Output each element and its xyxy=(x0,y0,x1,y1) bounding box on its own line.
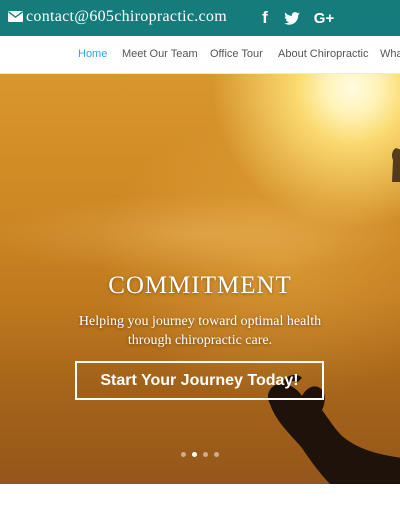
hero-title: COMMITMENT xyxy=(108,272,292,299)
slider-dot[interactable] xyxy=(192,452,197,457)
start-journey-button[interactable]: Start Your Journey Today! xyxy=(75,361,324,400)
slider-dot[interactable] xyxy=(203,452,208,457)
nav-item-about-chiropractic[interactable]: About Chiropractic xyxy=(278,48,369,60)
top-bar: contact@605chiropractic.com f G+ xyxy=(0,0,400,36)
nav-item-meet-our-team[interactable]: Meet Our Team xyxy=(122,48,198,60)
hero-haze xyxy=(0,194,400,274)
slider-dot[interactable] xyxy=(181,452,186,457)
slider-dot[interactable] xyxy=(214,452,219,457)
envelope-icon xyxy=(8,11,23,22)
facebook-icon[interactable]: f xyxy=(257,7,273,29)
nav-item-truncated[interactable]: Wha xyxy=(380,48,400,60)
hero-subtitle: Helping you journey toward optimal healt… xyxy=(78,314,322,348)
contact-email-link[interactable]: contact@605chiropractic.com xyxy=(26,8,227,26)
twitter-icon[interactable] xyxy=(283,7,301,29)
hero-raised-fist-silhouette xyxy=(392,148,400,182)
main-navigation: Home Meet Our Team Office Tour About Chi… xyxy=(0,36,400,74)
nav-item-home[interactable]: Home xyxy=(78,48,107,60)
nav-item-office-tour[interactable]: Office Tour xyxy=(210,48,263,60)
hero-slider: COMMITMENT Helping you journey toward op… xyxy=(0,74,400,484)
google-plus-icon[interactable]: G+ xyxy=(312,7,336,29)
